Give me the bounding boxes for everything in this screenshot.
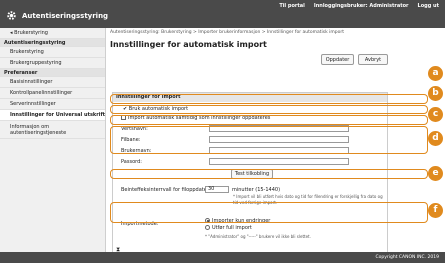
callout-badge-d: d <box>428 131 443 146</box>
sidebar-item-server[interactable]: Serverinnstillinger <box>0 99 105 110</box>
callout-frame-f <box>110 202 428 223</box>
logout-link[interactable]: Logg ut <box>418 3 439 9</box>
callout-badge-e: e <box>428 166 443 181</box>
sidebar-item-basis[interactable]: Basisinnstillinger <box>0 77 105 88</box>
interval-unit: minutter (15-1440) <box>232 187 281 193</box>
callout-badge-f: f <box>428 203 443 218</box>
interval-label: Beinteffeksinterrvall for filoppdatering… <box>121 187 219 193</box>
password-label: Passord: <box>121 159 142 165</box>
page-title: Innstillinger for automatisk import <box>110 40 267 49</box>
password-input[interactable] <box>209 158 349 165</box>
callout-frame-e <box>110 169 428 179</box>
sidebar-item-back[interactable]: ◂ Brukerstyring <box>0 28 105 39</box>
cancel-button[interactable]: Avbryt <box>358 54 388 65</box>
portal-link[interactable]: Til portal <box>279 3 305 9</box>
callout-frame-d <box>110 126 428 154</box>
method-note: * "Administrator" og "-----" brukere vil… <box>205 234 311 239</box>
app-title: Autentiseringsstyring <box>22 12 109 20</box>
footer: Copyright CANON INC. 2019 <box>0 252 445 263</box>
sidebar-section-preferences: Preferanser <box>0 69 105 77</box>
sidebar-section-auth: Autentiseringsstyring <box>0 39 105 47</box>
header-links: Til portal Innloggingsbruker: Administra… <box>279 3 439 9</box>
update-button[interactable]: Oppdater <box>321 54 354 65</box>
sidebar-item-kontroll[interactable]: Kontrollpanelinnstillinger <box>0 88 105 99</box>
callout-badge-b: b <box>428 86 443 101</box>
copyright-text: Copyright CANON INC. 2019 <box>375 255 440 260</box>
sidebar-item-brukergruppe[interactable]: Brukergruppestyring <box>0 58 105 69</box>
sidebar: ◂ Brukerstyring Autentiseringsstyring Br… <box>0 28 106 252</box>
sidebar-item-universal[interactable]: Innstillinger for Universal utskrift <box>0 110 105 121</box>
gear-icon <box>7 11 16 20</box>
sidebar-item-info[interactable]: Informasjon om autentiseringstjeneste <box>0 121 105 139</box>
callout-frame-a <box>110 94 428 104</box>
full-import-label: Utfør full import <box>212 225 252 231</box>
full-import-radio[interactable] <box>205 225 210 230</box>
back-arrow-icon: ◂ <box>10 30 13 36</box>
callout-frame-c <box>110 115 428 125</box>
callout-frame-b <box>110 105 428 114</box>
login-user-label: Innloggingsbruker: Administrator <box>313 3 409 9</box>
interval-input[interactable]: 30 <box>205 186 229 193</box>
callout-badge-a: a <box>428 66 443 81</box>
top-bar: Autentiseringsstyring Til portal Innlogg… <box>0 0 445 28</box>
sidebar-item-brukerstyring[interactable]: Brukerstyring <box>0 47 105 58</box>
breadcrumb: Autentiseringsstyring: Brukerstyring > I… <box>110 30 345 35</box>
callout-badge-c: c <box>428 107 443 122</box>
